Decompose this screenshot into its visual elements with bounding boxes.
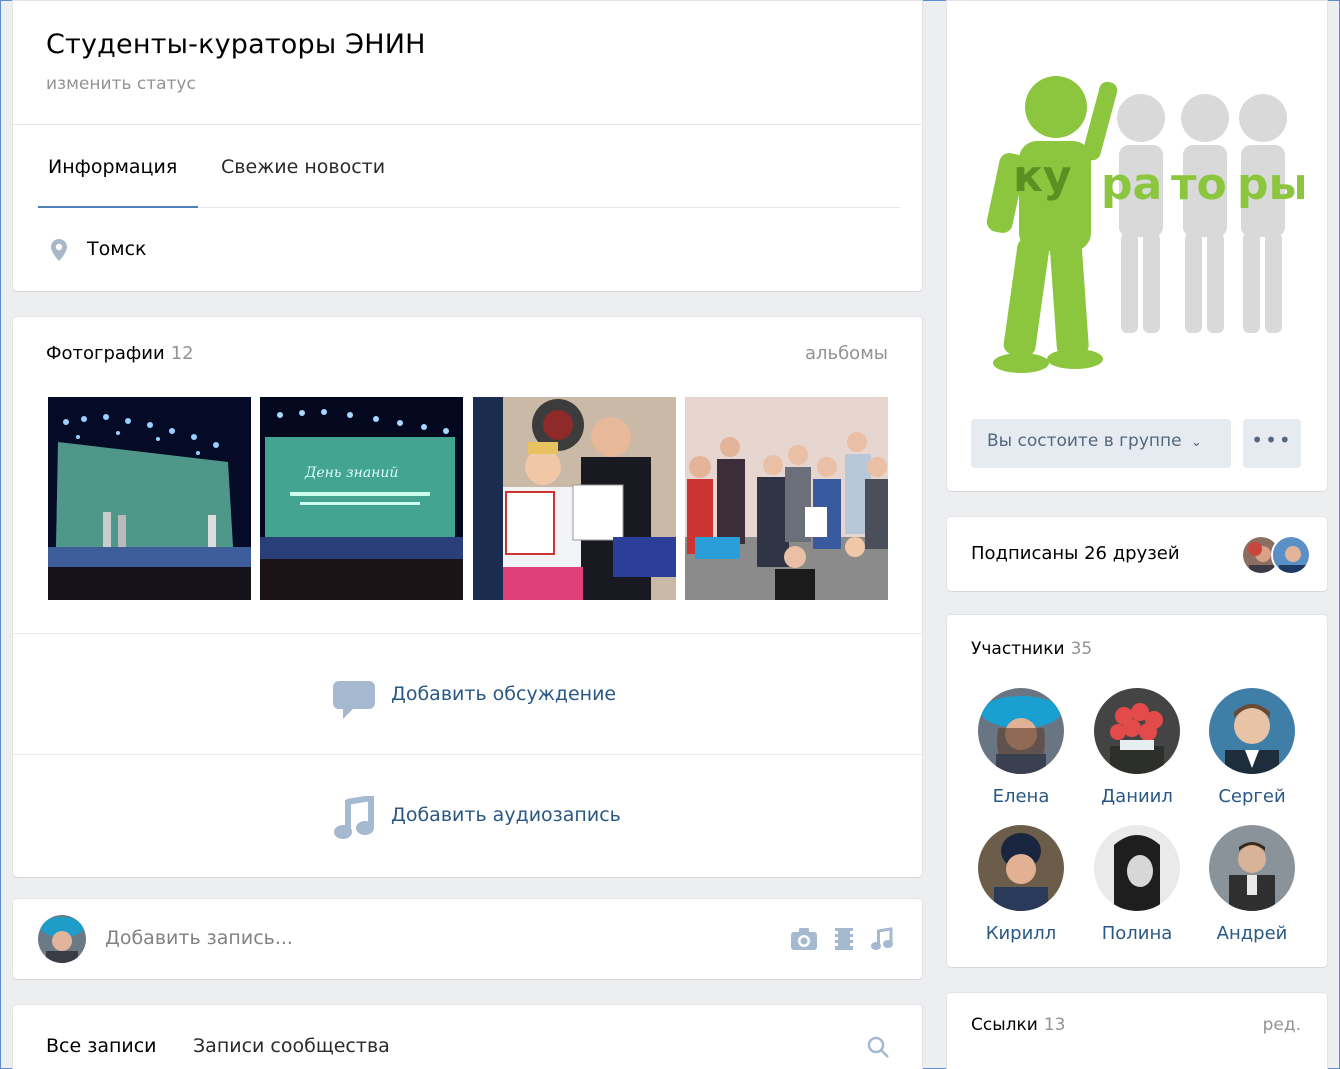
tab-all-posts[interactable]: Все записи xyxy=(46,1035,157,1057)
music-note-icon[interactable] xyxy=(870,927,894,951)
members-card: Участники 35 Елена Даниил Сергей Кирилл П… xyxy=(947,615,1327,967)
tab-community-posts[interactable]: Записи сообщества xyxy=(193,1035,390,1057)
member-name: Даниил xyxy=(1101,786,1173,807)
more-actions-button[interactable]: ••• xyxy=(1243,419,1301,468)
new-post-card: Добавить запись... xyxy=(13,899,922,979)
friends-subscribed-card[interactable]: Подписаны 26 друзей xyxy=(947,517,1327,591)
avatar[interactable] xyxy=(38,915,86,963)
add-discussion-button[interactable]: Добавить обсуждение xyxy=(13,633,922,753)
chevron-down-icon: ⌄ xyxy=(1191,435,1202,450)
avatar xyxy=(1094,688,1180,774)
video-icon[interactable] xyxy=(832,927,856,951)
group-info-card: Студенты-кураторы ЭНИН изменить статус И… xyxy=(13,1,922,291)
cover-syllable: ку xyxy=(1013,151,1072,202)
photo-thumbnail[interactable]: День знаний xyxy=(260,397,463,600)
member-item[interactable]: Даниил xyxy=(1082,688,1192,807)
friend-avatar xyxy=(1271,535,1311,575)
group-cover-card: ку ра то ры Вы состоите в группе ⌄ ••• xyxy=(947,1,1327,491)
member-name: Кирилл xyxy=(985,923,1057,944)
divider xyxy=(13,124,922,125)
group-avatar[interactable]: ку ра то ры xyxy=(971,23,1304,399)
cover-syllable: то xyxy=(1171,159,1227,210)
membership-dropdown[interactable]: Вы состоите в группе ⌄ xyxy=(971,419,1231,468)
camera-icon[interactable] xyxy=(790,927,818,951)
member-name: Андрей xyxy=(1216,923,1288,944)
cover-syllable: ры xyxy=(1237,159,1304,210)
member-item[interactable]: Елена xyxy=(966,688,1076,807)
avatar xyxy=(1209,825,1295,911)
avatar xyxy=(1094,825,1180,911)
location-pin-icon xyxy=(51,239,67,261)
photos-header[interactable]: Фотографии 12 xyxy=(46,343,194,364)
wall-tabs-card: Все записи Записи сообщества xyxy=(13,1005,922,1069)
discussion-icon xyxy=(333,681,375,719)
avatar xyxy=(978,825,1064,911)
photos-count: 12 xyxy=(170,343,194,364)
member-name: Елена xyxy=(992,786,1050,807)
photo-thumbnail[interactable] xyxy=(473,397,676,600)
edit-links-link[interactable]: ред. xyxy=(1263,1015,1301,1035)
tab-info[interactable]: Информация xyxy=(48,156,177,178)
music-note-icon xyxy=(334,796,374,839)
photos-title: Фотографии xyxy=(46,343,165,364)
member-name: Полина xyxy=(1101,923,1173,944)
members-count: 35 xyxy=(1070,639,1093,659)
members-title: Участники xyxy=(971,639,1065,659)
photo-thumbnail[interactable] xyxy=(48,397,251,600)
svg-text:День знаний: День знаний xyxy=(304,465,398,481)
location-text: Томск xyxy=(87,238,147,260)
member-item[interactable]: Андрей xyxy=(1197,825,1307,944)
member-name: Сергей xyxy=(1218,786,1286,807)
group-title: Студенты-кураторы ЭНИН xyxy=(46,29,426,60)
photos-card: Фотографии 12 альбомы День знаний Добави… xyxy=(13,317,922,877)
links-card: Ссылки 13 ред. xyxy=(947,993,1327,1069)
avatar xyxy=(1209,688,1295,774)
member-item[interactable]: Сергей xyxy=(1197,688,1307,807)
member-item[interactable]: Кирилл xyxy=(966,825,1076,944)
active-tab-indicator xyxy=(38,206,198,208)
members-header[interactable]: Участники 35 xyxy=(971,639,1092,659)
add-audio-button[interactable]: Добавить аудиозапись xyxy=(13,754,922,874)
links-header[interactable]: Ссылки 13 xyxy=(971,1015,1065,1035)
new-post-input[interactable]: Добавить запись... xyxy=(105,927,293,949)
post-attach-icons xyxy=(790,927,894,951)
change-status-link[interactable]: изменить статус xyxy=(46,74,196,94)
member-item[interactable]: Полина xyxy=(1082,825,1192,944)
friends-subscribed-text: Подписаны 26 друзей xyxy=(971,543,1180,564)
avatar xyxy=(978,688,1064,774)
albums-link[interactable]: альбомы xyxy=(805,343,888,364)
add-discussion-label: Добавить обсуждение xyxy=(391,683,617,705)
add-audio-label: Добавить аудиозапись xyxy=(391,804,621,826)
membership-label: Вы состоите в группе xyxy=(987,431,1182,451)
photo-thumbnail[interactable] xyxy=(685,397,888,600)
links-title: Ссылки xyxy=(971,1015,1038,1035)
cover-syllable: ра xyxy=(1101,159,1162,210)
links-count: 13 xyxy=(1043,1015,1066,1035)
tab-fresh-news[interactable]: Свежие новости xyxy=(221,156,385,178)
search-icon[interactable] xyxy=(866,1035,890,1059)
